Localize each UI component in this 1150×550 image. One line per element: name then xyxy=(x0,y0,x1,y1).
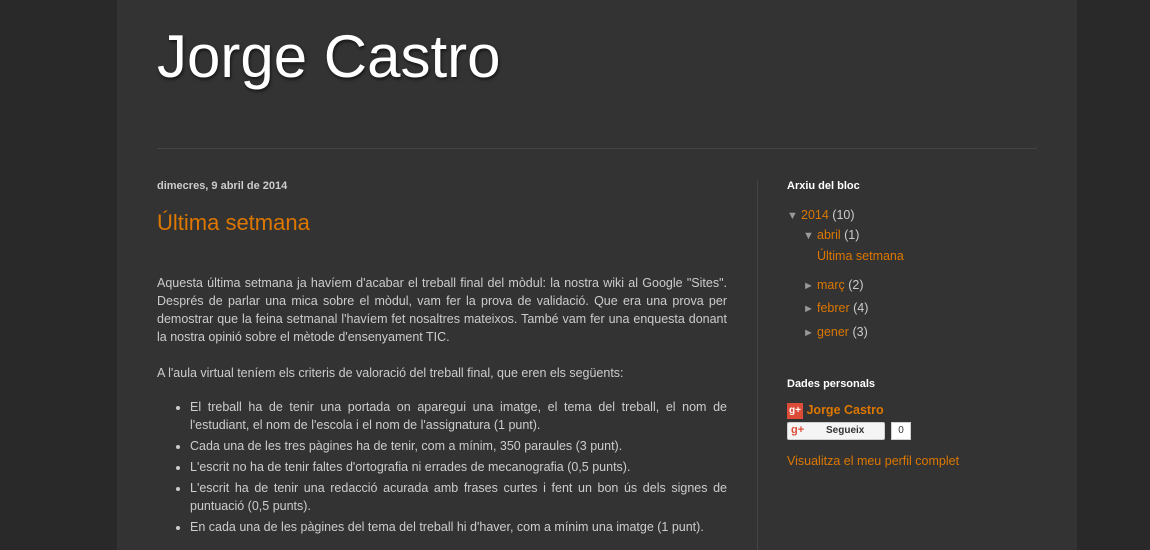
collapsed-toggle-icon[interactable]: ► xyxy=(803,301,817,317)
archive-month-gener: ► gener (3) xyxy=(803,324,868,341)
full-profile-link[interactable]: Visualitza el meu perfil complet xyxy=(787,454,959,468)
post-paragraph: A l'aula virtual teníem els criteris de … xyxy=(157,366,624,380)
follow-button[interactable]: g+ Segueix xyxy=(787,422,885,440)
archive-count: (10) xyxy=(832,208,855,222)
list-item: Cada una de les tres pàgines ha de tenir… xyxy=(190,437,727,455)
expanded-toggle-icon[interactable]: ▼ xyxy=(787,208,801,224)
archive-count: (1) xyxy=(844,228,860,242)
post-date: dimecres, 9 abril de 2014 xyxy=(157,180,288,192)
archive-month-link[interactable]: febrer xyxy=(817,301,850,315)
archive-month-link[interactable]: gener xyxy=(817,325,849,339)
follow-label: Segueix xyxy=(826,425,865,436)
archive-post-item: Última setmana xyxy=(817,248,904,264)
archive-year-2014: ▼ 2014 (10) xyxy=(787,207,855,224)
archive-month-marc: ► març (2) xyxy=(803,277,864,294)
list-item: El treball ha de tenir una portada on ap… xyxy=(190,398,727,434)
follower-count: 0 xyxy=(891,422,911,440)
criteria-list: El treball ha de tenir una portada on ap… xyxy=(157,398,727,536)
archive-post-link[interactable]: Última setmana xyxy=(817,249,904,263)
archive-year-link[interactable]: 2014 xyxy=(801,208,829,222)
expanded-toggle-icon[interactable]: ▼ xyxy=(803,228,817,244)
archive-month-febrer: ► febrer (4) xyxy=(803,300,868,317)
post-paragraph: Aquesta última setmana ja havíem d'acaba… xyxy=(157,276,727,344)
blog-outer: Jorge Castro dimecres, 9 abril de 2014 Ú… xyxy=(117,0,1077,550)
archive-month-link[interactable]: abril xyxy=(817,228,841,242)
profile-title: Dades personals xyxy=(787,378,876,390)
header-divider xyxy=(157,148,1037,149)
google-plus-icon: g+ xyxy=(791,424,805,436)
profile-link-row: Visualitza el meu perfil complet xyxy=(787,453,959,469)
archive-title: Arxiu del bloc xyxy=(787,180,860,192)
column-divider xyxy=(757,180,758,550)
archive-month-link[interactable]: març xyxy=(817,278,845,292)
list-item: L'escrit no ha de tenir faltes d'ortogra… xyxy=(190,458,727,476)
collapsed-toggle-icon[interactable]: ► xyxy=(803,278,817,294)
main-column: dimecres, 9 abril de 2014 Última setmana… xyxy=(157,178,727,539)
profile-name-link[interactable]: Jorge Castro xyxy=(806,403,883,417)
list-item: En cada una de les pàgines del tema del … xyxy=(190,518,727,536)
archive-count: (2) xyxy=(848,278,864,292)
sidebar: Arxiu del bloc ▼ 2014 (10) ▼ abril (1) Últ… xyxy=(787,178,1047,468)
list-item: L'escrit ha de tenir una redacció acurad… xyxy=(190,479,727,515)
profile-name-row: g+ Jorge Castro xyxy=(787,402,884,419)
archive-count: (3) xyxy=(852,325,868,339)
archive-count: (4) xyxy=(853,301,869,315)
post-body: Aquesta última setmana ja havíem d'acaba… xyxy=(157,274,727,536)
archive-month-abril: ▼ abril (1) xyxy=(803,227,859,244)
collapsed-toggle-icon[interactable]: ► xyxy=(803,325,817,341)
blog-title[interactable]: Jorge Castro xyxy=(157,22,500,92)
google-plus-icon: g+ xyxy=(787,402,803,419)
post-title[interactable]: Última setmana xyxy=(157,208,727,238)
